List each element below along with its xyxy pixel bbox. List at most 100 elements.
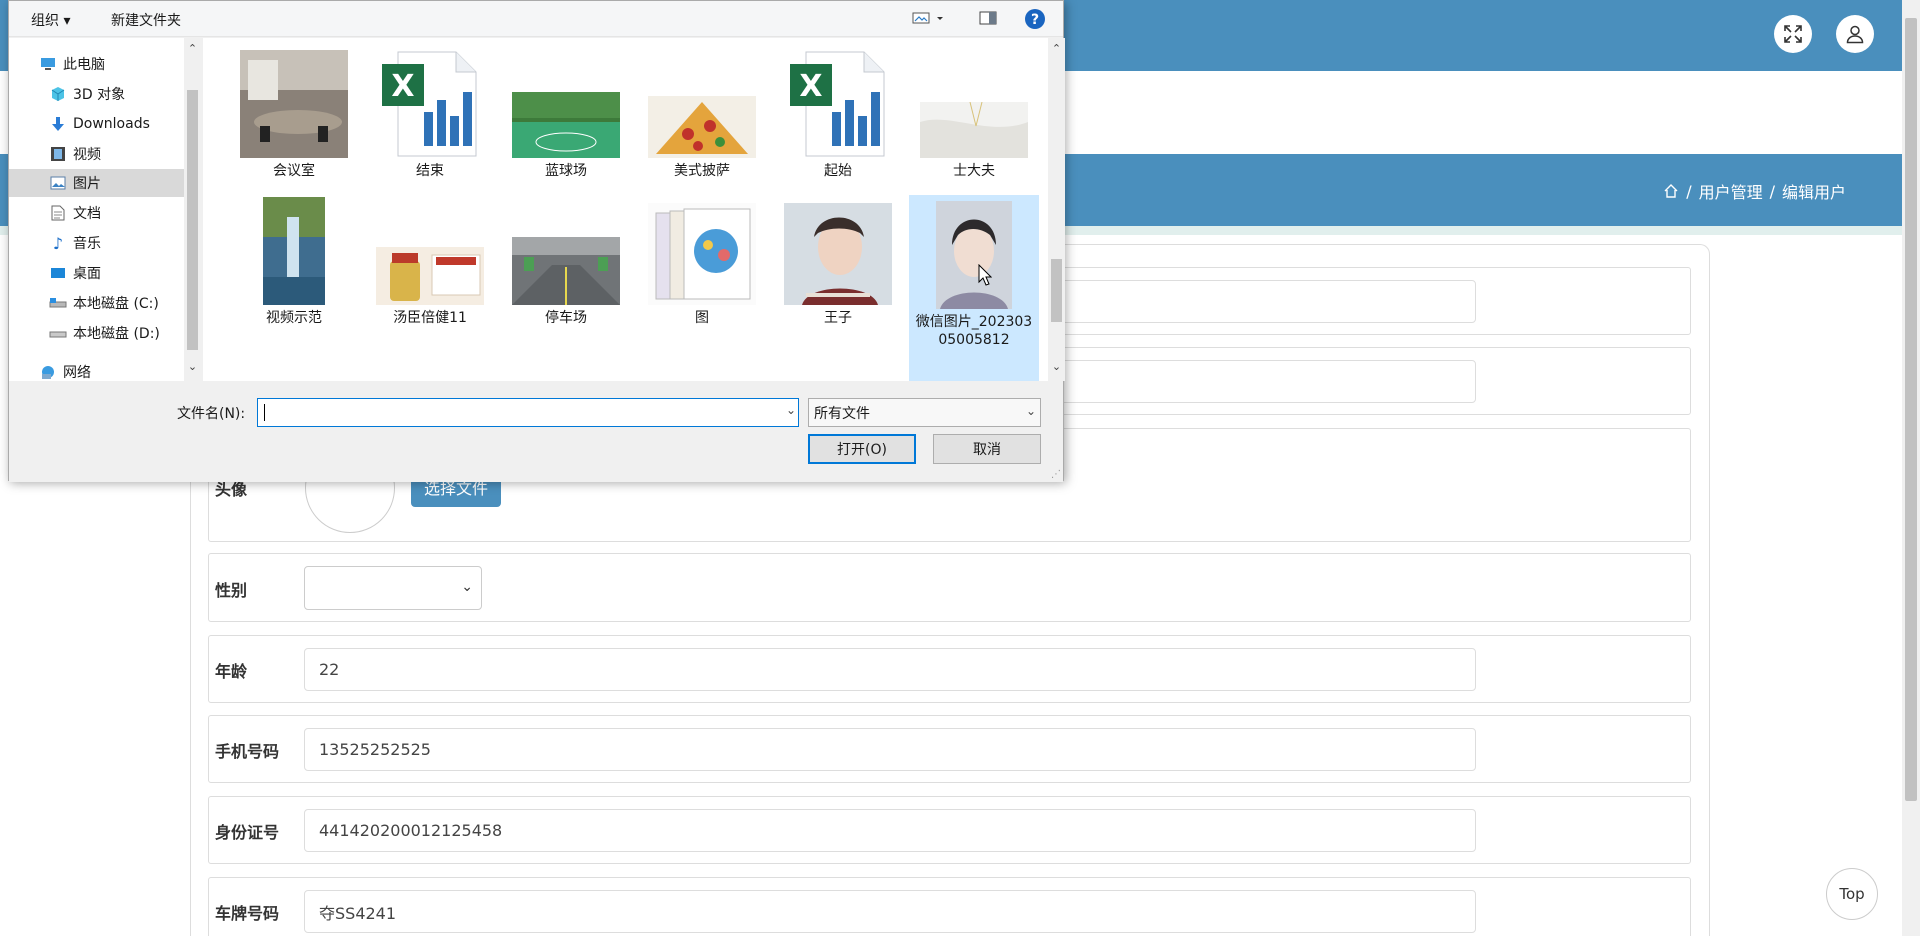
- file-type-value: 所有文件: [814, 405, 870, 422]
- nav-item-documents[interactable]: 文档: [9, 199, 184, 227]
- desktop-icon: [49, 265, 67, 281]
- gender-select[interactable]: ⌄: [304, 566, 482, 610]
- navigation-scrollbar[interactable]: ⌃ ⌄: [184, 38, 201, 381]
- svg-text:?: ?: [1031, 12, 1039, 28]
- text-caret: [264, 404, 265, 421]
- home-icon[interactable]: [1663, 183, 1679, 199]
- plate-input[interactable]: 夺SS4241: [304, 890, 1476, 933]
- nav-item-drive-d[interactable]: 本地磁盘 (D:): [9, 319, 184, 347]
- file-item[interactable]: 士大夫: [909, 48, 1039, 188]
- organize-menu[interactable]: 组织 ▾: [31, 10, 70, 30]
- photo-basketball-court-thumbnail: [507, 48, 625, 158]
- drive-icon: [49, 325, 67, 341]
- breadcrumb-user-management[interactable]: 用户管理: [1699, 179, 1763, 203]
- photo-portrait-thumbnail: [779, 195, 897, 305]
- navigation-scrollbar-thumb[interactable]: [187, 90, 198, 350]
- form-row-idcard: 身份证号 441420200012125458: [208, 796, 1691, 864]
- nav-item-label: 此电脑: [63, 57, 105, 73]
- form-row-plate: 车牌号码 夺SS4241: [208, 877, 1691, 936]
- breadcrumb-separator: /: [1769, 181, 1775, 201]
- photo-meeting-room-thumbnail: [235, 48, 353, 158]
- files-scrollbar-thumb[interactable]: [1051, 259, 1062, 322]
- photo-parking-lot-thumbnail: [507, 195, 625, 305]
- file-type-select[interactable]: 所有文件 ⌄: [808, 398, 1041, 427]
- nav-item-label: Downloads: [73, 116, 150, 132]
- nav-item-label: 3D 对象: [73, 87, 126, 103]
- nav-item-desktop[interactable]: 桌面: [9, 259, 184, 287]
- photo-portrait-thumbnail: [915, 199, 1033, 309]
- file-label: 起始: [824, 163, 852, 179]
- file-open-dialog: 组织 ▾ 新建文件夹 ? 此电脑 3D 对象 Downloads 视频 图片 文…: [8, 0, 1065, 482]
- nav-item-drive-c[interactable]: 本地磁盘 (C:): [9, 289, 184, 317]
- scroll-up-arrow-icon[interactable]: ⌃: [184, 42, 201, 55]
- new-folder-button[interactable]: 新建文件夹: [111, 10, 181, 30]
- dialog-footer: 文件名(N): ⌄ 所有文件 ⌄ 打开(O) 取消 ⋰: [9, 381, 1063, 482]
- nav-item-label: 图片: [73, 176, 101, 192]
- excel-file-icon: X: [371, 48, 489, 158]
- filename-input[interactable]: ⌄: [257, 398, 799, 427]
- form-row-phone: 手机号码 13525252525: [208, 715, 1691, 783]
- scroll-down-arrow-icon[interactable]: ⌄: [184, 360, 201, 373]
- file-item[interactable]: 王子: [773, 195, 903, 335]
- drive-icon: [49, 295, 67, 311]
- nav-item-label: 本地磁盘 (D:): [73, 326, 160, 342]
- file-label: 停车场: [545, 310, 587, 326]
- chevron-down-icon[interactable]: ⌄: [786, 403, 796, 417]
- file-item[interactable]: 图: [637, 195, 767, 335]
- nav-item-3d-objects[interactable]: 3D 对象: [9, 80, 184, 108]
- nav-item-label: 音乐: [73, 236, 101, 252]
- file-item-selected[interactable]: 微信图片_20230305005812: [909, 195, 1039, 381]
- file-item[interactable]: 蓝球场: [501, 48, 631, 188]
- fullscreen-button[interactable]: [1774, 15, 1812, 53]
- nav-item-pictures[interactable]: 图片: [9, 169, 184, 197]
- nav-item-label: 视频: [73, 147, 101, 163]
- file-label: 会议室: [273, 163, 315, 179]
- computer-icon: [39, 56, 57, 72]
- view-mode-icon: [912, 12, 943, 24]
- scroll-down-arrow-icon[interactable]: ⌄: [1048, 360, 1065, 373]
- help-button[interactable]: ?: [1024, 8, 1046, 34]
- nav-item-music[interactable]: ♪ 音乐: [9, 229, 184, 257]
- file-item[interactable]: 停车场: [501, 195, 631, 335]
- cancel-button[interactable]: 取消: [933, 434, 1041, 464]
- dialog-toolbar: 组织 ▾ 新建文件夹 ?: [9, 1, 1063, 37]
- file-item[interactable]: X 结束: [365, 48, 495, 188]
- picture-icon: [49, 175, 67, 191]
- page-scrollbar[interactable]: [1902, 0, 1920, 936]
- page-scrollbar-thumb[interactable]: [1905, 18, 1917, 801]
- nav-item-this-pc[interactable]: 此电脑: [9, 50, 184, 78]
- phone-input[interactable]: 13525252525: [304, 728, 1476, 771]
- scroll-up-arrow-icon[interactable]: ⌃: [1048, 42, 1065, 55]
- file-label: 图: [695, 310, 709, 326]
- nav-item-videos[interactable]: 视频: [9, 140, 184, 168]
- network-icon: [39, 364, 57, 380]
- plate-label: 车牌号码: [215, 904, 280, 923]
- file-label: 王子: [824, 310, 852, 326]
- files-scrollbar[interactable]: ⌃ ⌄: [1048, 38, 1065, 381]
- file-item[interactable]: 汤臣倍健11: [365, 195, 495, 335]
- file-label: 蓝球场: [545, 163, 587, 179]
- excel-file-icon: X: [779, 48, 897, 158]
- resize-grip-icon[interactable]: ⋰: [1051, 469, 1061, 480]
- file-item[interactable]: 视频示范: [229, 195, 359, 335]
- breadcrumb-edit-user: 编辑用户: [1781, 183, 1846, 202]
- form-row-gender: 性别 ⌄: [208, 553, 1691, 622]
- view-options-button[interactable]: [912, 11, 946, 29]
- file-item[interactable]: 会议室: [229, 48, 359, 188]
- music-note-icon: ♪: [52, 233, 64, 253]
- nav-item-downloads[interactable]: Downloads: [9, 110, 184, 138]
- open-button[interactable]: 打开(O): [808, 434, 916, 464]
- chevron-down-icon: ⌄: [461, 579, 473, 595]
- user-menu-button[interactable]: [1836, 15, 1874, 53]
- breadcrumb: / 用户管理 / 编辑用户: [1663, 179, 1846, 203]
- back-to-top-button[interactable]: Top: [1826, 868, 1878, 920]
- file-item[interactable]: X 起始: [773, 48, 903, 188]
- preview-pane-button[interactable]: [979, 11, 997, 29]
- photo-pizza-thumbnail: [643, 48, 761, 158]
- user-icon: [1846, 25, 1864, 44]
- nav-item-label: 本地磁盘 (C:): [73, 296, 159, 312]
- age-input[interactable]: 22: [304, 648, 1476, 691]
- file-item[interactable]: 美式披萨: [637, 48, 767, 188]
- form-row-age: 年龄 22: [208, 635, 1691, 703]
- idcard-input[interactable]: 441420200012125458: [304, 809, 1476, 852]
